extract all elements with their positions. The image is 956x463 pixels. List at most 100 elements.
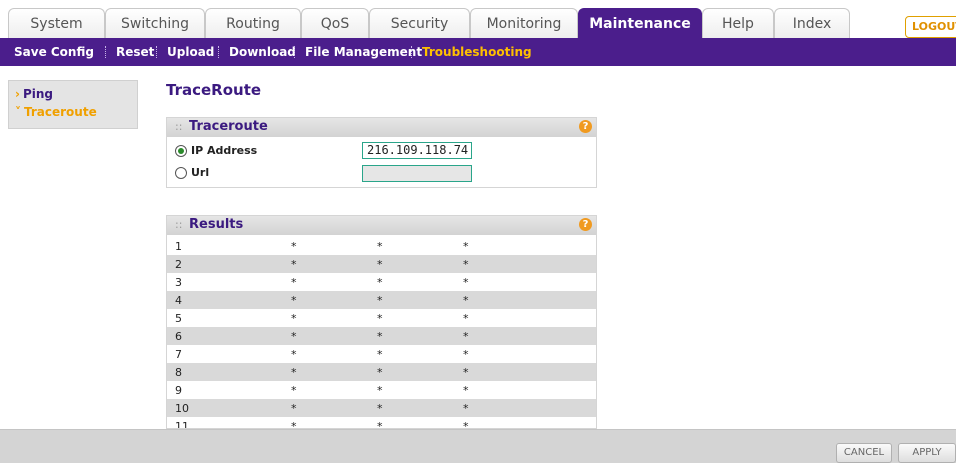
left-nav: › Ping ˅ Traceroute <box>8 80 138 129</box>
sub-menu-bar: Save Config Reset Upload Download File M… <box>0 38 956 66</box>
url-label: Url <box>191 166 210 179</box>
hop-time: * <box>377 312 383 325</box>
chevron-right-icon: › <box>15 87 20 101</box>
hop-number: 2 <box>175 258 182 271</box>
url-option[interactable]: Url <box>175 166 209 179</box>
ip-address-input[interactable]: 216.109.118.74 <box>362 142 472 159</box>
hop-time: * <box>377 294 383 307</box>
hop-time: * <box>291 348 297 361</box>
tab-switching[interactable]: Switching <box>105 8 205 38</box>
tab-routing[interactable]: Routing <box>205 8 301 38</box>
submenu-reset[interactable]: Reset <box>116 38 154 66</box>
table-row: 10 * * * <box>167 399 596 417</box>
submenu-separator <box>156 46 157 58</box>
tab-security[interactable]: Security <box>369 8 470 38</box>
bottom-bar: CANCEL APPLY <box>0 429 956 463</box>
hop-number: 9 <box>175 384 182 397</box>
top-tab-bar: System Switching Routing QoS Security Mo… <box>0 0 956 38</box>
tab-system[interactable]: System <box>8 8 105 38</box>
hop-time: * <box>291 330 297 343</box>
nav-item-label: Ping <box>22 87 53 101</box>
hop-time: * <box>463 402 469 415</box>
hop-number: 8 <box>175 366 182 379</box>
hop-number: 1 <box>175 240 182 253</box>
hop-time: * <box>377 276 383 289</box>
apply-button[interactable]: APPLY <box>898 443 956 463</box>
traceroute-panel: :: Traceroute ? IP Address 216.109.118.7… <box>166 117 597 188</box>
submenu-download[interactable]: Download <box>229 38 296 66</box>
results-panel: :: Results ? 1 * * * 2 * * * 3 * * * 4 * * * 5 * * * 6 * * * 7 * *… <box>166 215 597 429</box>
ip-address-radio[interactable] <box>175 145 187 157</box>
chevron-down-icon: ˅ <box>15 105 21 119</box>
submenu-upload[interactable]: Upload <box>167 38 214 66</box>
hop-time: * <box>377 384 383 397</box>
hop-time: * <box>463 312 469 325</box>
hop-number: 3 <box>175 276 182 289</box>
cancel-button[interactable]: CANCEL <box>836 443 892 463</box>
tab-qos[interactable]: QoS <box>301 8 369 38</box>
hop-time: * <box>463 420 469 429</box>
table-row: 8 * * * <box>167 363 596 381</box>
logout-button[interactable]: LOGOUT <box>905 16 956 38</box>
hop-time: * <box>291 258 297 271</box>
grip-icon: :: <box>175 120 183 133</box>
ip-address-option[interactable]: IP Address <box>175 144 257 157</box>
tab-index[interactable]: Index <box>774 8 850 38</box>
hop-time: * <box>291 384 297 397</box>
nav-item-ping[interactable]: › Ping <box>15 87 53 101</box>
table-row: 11 * * * <box>167 417 596 429</box>
submenu-save-config[interactable]: Save Config <box>14 38 94 66</box>
hop-time: * <box>463 330 469 343</box>
table-row: 4 * * * <box>167 291 596 309</box>
hop-number: 6 <box>175 330 182 343</box>
submenu-separator <box>218 46 219 58</box>
hop-time: * <box>291 366 297 379</box>
table-row: 3 * * * <box>167 273 596 291</box>
hop-time: * <box>377 330 383 343</box>
hop-time: * <box>291 312 297 325</box>
table-row: 9 * * * <box>167 381 596 399</box>
submenu-separator <box>105 46 106 58</box>
ip-address-label: IP Address <box>191 144 258 157</box>
hop-time: * <box>291 402 297 415</box>
submenu-troubleshooting[interactable]: Troubleshooting <box>422 38 532 66</box>
nav-item-traceroute[interactable]: ˅ Traceroute <box>15 105 97 119</box>
hop-time: * <box>291 294 297 307</box>
hop-time: * <box>463 240 469 253</box>
table-row: 7 * * * <box>167 345 596 363</box>
hop-time: * <box>377 240 383 253</box>
help-icon[interactable]: ? <box>579 218 592 231</box>
table-row: 5 * * * <box>167 309 596 327</box>
hop-number: 7 <box>175 348 182 361</box>
hop-time: * <box>291 420 297 429</box>
hop-number: 10 <box>175 402 189 415</box>
submenu-separator <box>411 46 412 58</box>
help-icon[interactable]: ? <box>579 120 592 133</box>
nav-item-label: Traceroute <box>24 105 97 119</box>
table-row: 6 * * * <box>167 327 596 345</box>
tab-maintenance[interactable]: Maintenance <box>578 8 702 38</box>
grip-icon: :: <box>175 218 183 231</box>
hop-number: 4 <box>175 294 182 307</box>
panel-header: :: Results ? <box>167 216 596 235</box>
hop-time: * <box>463 366 469 379</box>
hop-time: * <box>291 276 297 289</box>
url-input[interactable] <box>362 165 472 182</box>
url-radio[interactable] <box>175 167 187 179</box>
hop-time: * <box>377 402 383 415</box>
hop-time: * <box>463 258 469 271</box>
hop-time: * <box>463 294 469 307</box>
hop-time: * <box>377 348 383 361</box>
table-row: 1 * * * <box>167 237 596 255</box>
tab-help[interactable]: Help <box>702 8 774 38</box>
hop-number: 5 <box>175 312 182 325</box>
hop-time: * <box>463 276 469 289</box>
tab-monitoring[interactable]: Monitoring <box>470 8 578 38</box>
submenu-file-management[interactable]: File Management <box>305 38 422 66</box>
hop-number: 11 <box>175 420 189 429</box>
hop-time: * <box>463 348 469 361</box>
hop-time: * <box>463 384 469 397</box>
panel-title: Results <box>189 217 244 232</box>
panel-header: :: Traceroute ? <box>167 118 596 137</box>
submenu-separator <box>294 46 295 58</box>
